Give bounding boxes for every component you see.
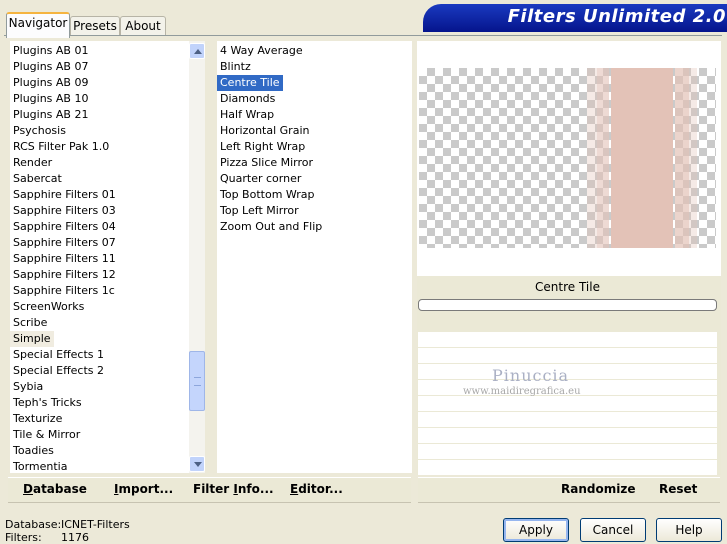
filter-item[interactable]: 4 Way Average <box>217 43 306 59</box>
watermark-name: Pinuccia <box>492 366 570 385</box>
filter-info-label: nfo... <box>237 482 274 496</box>
filter-item[interactable]: Diamonds <box>217 91 278 107</box>
filter-item[interactable]: Centre Tile <box>217 75 283 91</box>
category-item[interactable]: RCS Filter Pak 1.0 <box>10 139 112 155</box>
tab-navigator-label: Navigator <box>8 16 68 30</box>
category-item[interactable]: Sabercat <box>10 171 65 187</box>
database-status-label: Database: <box>5 518 62 531</box>
category-item[interactable]: Tile & Mirror <box>10 427 83 443</box>
category-item[interactable]: Sapphire Filters 03 <box>10 203 119 219</box>
editor-accel: E <box>290 482 299 496</box>
category-item[interactable]: Toadies <box>10 443 57 459</box>
category-item[interactable]: Scribe <box>10 315 50 331</box>
control-slot <box>418 348 717 363</box>
help-button[interactable]: Help <box>656 518 722 542</box>
editor-button[interactable]: Editor... <box>290 482 343 496</box>
preview-tile-band <box>597 68 609 248</box>
filter-item[interactable]: Top Bottom Wrap <box>217 187 318 203</box>
preview-tile-band <box>689 68 697 248</box>
progress-bar <box>418 299 717 311</box>
category-item[interactable]: Special Effects 2 <box>10 363 107 379</box>
preview-image <box>419 68 716 248</box>
category-item[interactable]: Plugins AB 07 <box>10 59 91 75</box>
category-item[interactable]: Simple <box>10 331 54 347</box>
preview-tile-band <box>587 68 597 248</box>
chevron-up-icon <box>194 49 202 54</box>
control-slot <box>418 332 717 347</box>
category-scrollbar[interactable] <box>189 41 205 473</box>
tab-about[interactable]: About <box>120 16 166 36</box>
category-item[interactable]: Sapphire Filters 07 <box>10 235 119 251</box>
editor-label: ditor... <box>298 482 343 496</box>
category-item[interactable]: Render <box>10 155 55 171</box>
filter-list[interactable]: 4 Way Average Blintz Centre Tile Diamonds Ha… <box>217 41 412 473</box>
category-item[interactable]: Sybia <box>10 379 46 395</box>
filter-item[interactable]: Top Left Mirror <box>217 203 302 219</box>
reset-button[interactable]: Reset <box>659 482 697 496</box>
category-item[interactable]: Plugins AB 10 <box>10 91 91 107</box>
import-label: mport... <box>118 482 174 496</box>
database-accel: D <box>23 482 33 496</box>
category-item[interactable]: Psychosis <box>10 123 69 139</box>
filters-status-value: 1176 <box>61 531 89 544</box>
filter-item[interactable]: Left Right Wrap <box>217 139 308 155</box>
filter-item[interactable]: Horizontal Grain <box>217 123 312 139</box>
filter-item[interactable]: Quarter corner <box>217 171 304 187</box>
control-slot <box>418 412 717 427</box>
category-item[interactable]: Special Effects 1 <box>10 347 107 363</box>
filter-item[interactable]: Zoom Out and Flip <box>217 219 325 235</box>
preview-tile-band <box>611 68 673 248</box>
filter-item[interactable]: Half Wrap <box>217 107 277 123</box>
category-item[interactable]: Sapphire Filters 1c <box>10 283 118 299</box>
tab-navigator[interactable]: Navigator <box>6 12 70 38</box>
chevron-down-icon <box>194 462 202 467</box>
tab-presets[interactable]: Presets <box>70 16 120 36</box>
category-item[interactable]: Sapphire Filters 11 <box>10 251 119 267</box>
filters-status-label: Filters: <box>5 531 42 544</box>
category-item[interactable]: Sapphire Filters 04 <box>10 219 119 235</box>
category-item[interactable]: Plugins AB 09 <box>10 75 91 91</box>
tab-presets-label: Presets <box>73 19 117 33</box>
tab-divider <box>4 35 722 36</box>
category-item[interactable]: ScreenWorks <box>10 299 87 315</box>
control-slot <box>418 460 717 475</box>
filter-info-prefix: Filter <box>193 482 234 496</box>
filter-item[interactable]: Blintz <box>217 59 254 75</box>
control-slot <box>418 444 717 459</box>
category-list[interactable]: Plugins AB 01 Plugins AB 07 Plugins AB 09 P… <box>10 41 189 473</box>
cancel-button[interactable]: Cancel <box>580 518 646 542</box>
category-item[interactable]: Sapphire Filters 01 <box>10 187 119 203</box>
import-button[interactable]: Import... <box>114 482 173 496</box>
category-item[interactable]: Teph's Tricks <box>10 395 85 411</box>
watermark-url: www.maidiregrafica.eu <box>463 386 581 397</box>
scroll-down-button[interactable] <box>189 456 205 472</box>
preview-tile-band <box>675 68 689 248</box>
category-item[interactable]: Plugins AB 01 <box>10 43 91 59</box>
database-status-value: ICNET-Filters <box>61 518 130 531</box>
filter-info-button[interactable]: Filter Info... <box>193 482 274 496</box>
scroll-thumb[interactable] <box>189 351 205 411</box>
database-label: atabase <box>32 482 87 496</box>
category-item[interactable]: Texturize <box>10 411 65 427</box>
filter-item[interactable]: Pizza Slice Mirror <box>217 155 316 171</box>
app-title: Filters Unlimited 2.0 <box>507 6 726 27</box>
category-item[interactable]: Sapphire Filters 12 <box>10 267 119 283</box>
grip-icon <box>194 377 201 386</box>
current-filter-name: Centre Tile <box>535 280 600 294</box>
database-button[interactable]: Database <box>23 482 87 496</box>
scroll-up-button[interactable] <box>189 43 205 59</box>
category-item[interactable]: Plugins AB 21 <box>10 107 91 123</box>
apply-button[interactable]: Apply <box>503 518 569 542</box>
tab-about-label: About <box>125 19 161 33</box>
category-item[interactable]: Tormentia <box>10 459 70 473</box>
control-slot <box>418 428 717 443</box>
randomize-button[interactable]: Randomize <box>561 482 635 496</box>
control-slot <box>418 396 717 411</box>
